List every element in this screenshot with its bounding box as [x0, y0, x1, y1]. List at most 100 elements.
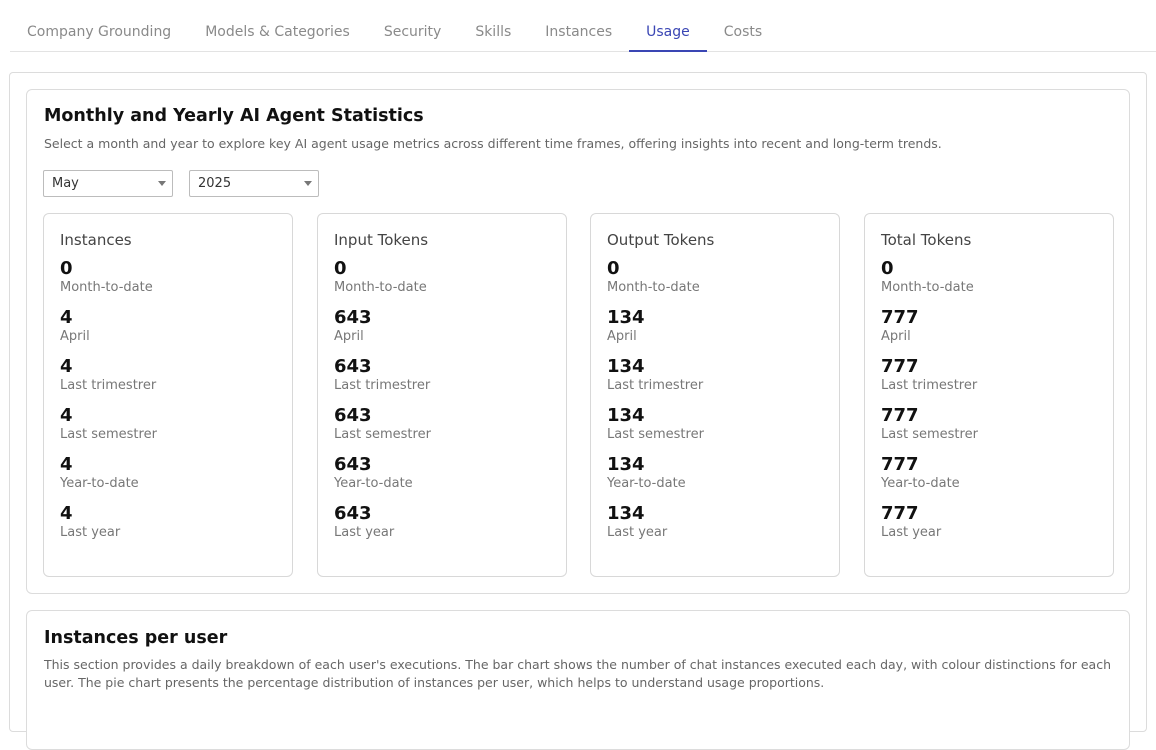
- stat-value: 777: [881, 307, 919, 328]
- stat-value: 4: [60, 503, 73, 524]
- instances-section-title: Instances per user: [44, 628, 228, 648]
- stat-last-semester: 134 Last semestrer: [607, 405, 704, 443]
- stat-label: Last trimestrer: [60, 378, 157, 393]
- stat-label: Month-to-date: [60, 280, 153, 295]
- stat-label: April: [881, 329, 911, 344]
- stat-value: 134: [607, 405, 645, 426]
- stat-month-to-date: 0 Month-to-date: [60, 258, 153, 296]
- card-title: Instances: [60, 231, 132, 249]
- stat-label: Month-to-date: [334, 280, 427, 295]
- stat-value: 134: [607, 454, 645, 475]
- tab-company-grounding[interactable]: Company Grounding: [10, 13, 188, 51]
- stat-label: Last year: [60, 525, 121, 540]
- stat-label: Year-to-date: [607, 476, 686, 491]
- stat-value: 777: [881, 405, 919, 426]
- stat-label: April: [60, 329, 90, 344]
- stat-label: Last trimestrer: [334, 378, 431, 393]
- stat-label: Month-to-date: [607, 280, 700, 295]
- tab-security[interactable]: Security: [367, 13, 459, 51]
- stat-april: 643 April: [334, 307, 372, 345]
- year-select-value: 2025: [198, 176, 232, 191]
- stat-label: Last semestrer: [60, 427, 157, 442]
- stat-label: Last semestrer: [334, 427, 431, 442]
- stat-year-to-date: 4 Year-to-date: [60, 454, 139, 492]
- month-select-value: May: [52, 176, 79, 191]
- tab-skills[interactable]: Skills: [458, 13, 528, 51]
- stat-label: April: [334, 329, 364, 344]
- stat-value: 0: [607, 258, 620, 279]
- stat-label: Month-to-date: [881, 280, 974, 295]
- tab-usage[interactable]: Usage: [629, 13, 707, 52]
- year-select[interactable]: 2025: [189, 170, 319, 197]
- stat-value: 4: [60, 454, 73, 475]
- tab-instances[interactable]: Instances: [528, 13, 629, 51]
- instances-section-description: This section provides a daily breakdown …: [44, 657, 1112, 690]
- stat-label: April: [607, 329, 637, 344]
- stat-value: 643: [334, 356, 372, 377]
- stat-value: 134: [607, 307, 645, 328]
- stat-last-year: 643 Last year: [334, 503, 394, 541]
- tab-costs[interactable]: Costs: [707, 13, 779, 51]
- stat-label: Year-to-date: [334, 476, 413, 491]
- stat-value: 4: [60, 405, 73, 426]
- stat-month-to-date: 0 Month-to-date: [334, 258, 427, 296]
- stat-value: 4: [60, 356, 73, 377]
- stat-value: 777: [881, 503, 919, 524]
- stat-value: 134: [607, 356, 645, 377]
- stat-last-trimester: 134 Last trimestrer: [607, 356, 703, 394]
- stat-last-semester: 777 Last semestrer: [881, 405, 978, 443]
- stat-last-year: 134 Last year: [607, 503, 667, 541]
- chevron-down-icon: [304, 181, 312, 186]
- stat-last-trimester: 643 Last trimestrer: [334, 356, 430, 394]
- stat-value: 134: [607, 503, 645, 524]
- stat-april: 777 April: [881, 307, 919, 345]
- tab-models-categories[interactable]: Models & Categories: [188, 13, 367, 51]
- card-title: Total Tokens: [881, 231, 972, 249]
- stat-last-semester: 643 Last semestrer: [334, 405, 431, 443]
- stat-april: 134 April: [607, 307, 645, 345]
- instances-per-user-section: Instances per user This section provides…: [26, 610, 1130, 750]
- stat-last-semester: 4 Last semestrer: [60, 405, 157, 443]
- stat-value: 0: [334, 258, 347, 279]
- stat-last-year: 4 Last year: [60, 503, 120, 541]
- stat-value: 777: [881, 454, 919, 475]
- stat-year-to-date: 134 Year-to-date: [607, 454, 686, 492]
- total-tokens-card: Total Tokens 0 Month-to-date 777 April 7…: [864, 213, 1114, 577]
- stat-value: 643: [334, 405, 372, 426]
- stat-year-to-date: 643 Year-to-date: [334, 454, 413, 492]
- stat-label: Last year: [334, 525, 395, 540]
- card-title: Input Tokens: [334, 231, 429, 249]
- card-title: Output Tokens: [607, 231, 715, 249]
- stat-value: 643: [334, 454, 372, 475]
- stats-section-title: Monthly and Yearly AI Agent Statistics: [44, 106, 424, 126]
- stat-value: 643: [334, 503, 372, 524]
- tab-bar: Company Grounding Models & Categories Se…: [10, 13, 1156, 52]
- stat-label: Last year: [607, 525, 668, 540]
- stat-month-to-date: 0 Month-to-date: [607, 258, 700, 296]
- stat-value: 643: [334, 307, 372, 328]
- stat-year-to-date: 777 Year-to-date: [881, 454, 960, 492]
- instances-card: Instances 0 Month-to-date 4 April 4 Last…: [43, 213, 293, 577]
- input-tokens-card: Input Tokens 0 Month-to-date 643 April 6…: [317, 213, 567, 577]
- stat-label: Year-to-date: [60, 476, 139, 491]
- usage-panel: Monthly and Yearly AI Agent Statistics S…: [9, 72, 1147, 750]
- stat-last-year: 777 Last year: [881, 503, 941, 541]
- stat-month-to-date: 0 Month-to-date: [881, 258, 974, 296]
- stat-label: Last semestrer: [607, 427, 704, 442]
- stat-label: Last semestrer: [881, 427, 978, 442]
- stat-value: 777: [881, 356, 919, 377]
- stat-april: 4 April: [60, 307, 90, 345]
- stat-value: 0: [881, 258, 894, 279]
- stat-last-trimester: 4 Last trimestrer: [60, 356, 156, 394]
- stat-label: Last trimestrer: [607, 378, 704, 393]
- stat-value: 4: [60, 307, 73, 328]
- output-tokens-card: Output Tokens 0 Month-to-date 134 April …: [590, 213, 840, 577]
- stat-label: Year-to-date: [881, 476, 960, 491]
- month-select[interactable]: May: [43, 170, 173, 197]
- stats-section: Monthly and Yearly AI Agent Statistics S…: [26, 89, 1130, 594]
- chevron-down-icon: [158, 181, 166, 186]
- stat-label: Last year: [881, 525, 942, 540]
- stats-section-description: Select a month and year to explore key A…: [44, 136, 942, 151]
- stat-label: Last trimestrer: [881, 378, 978, 393]
- stat-value: 0: [60, 258, 73, 279]
